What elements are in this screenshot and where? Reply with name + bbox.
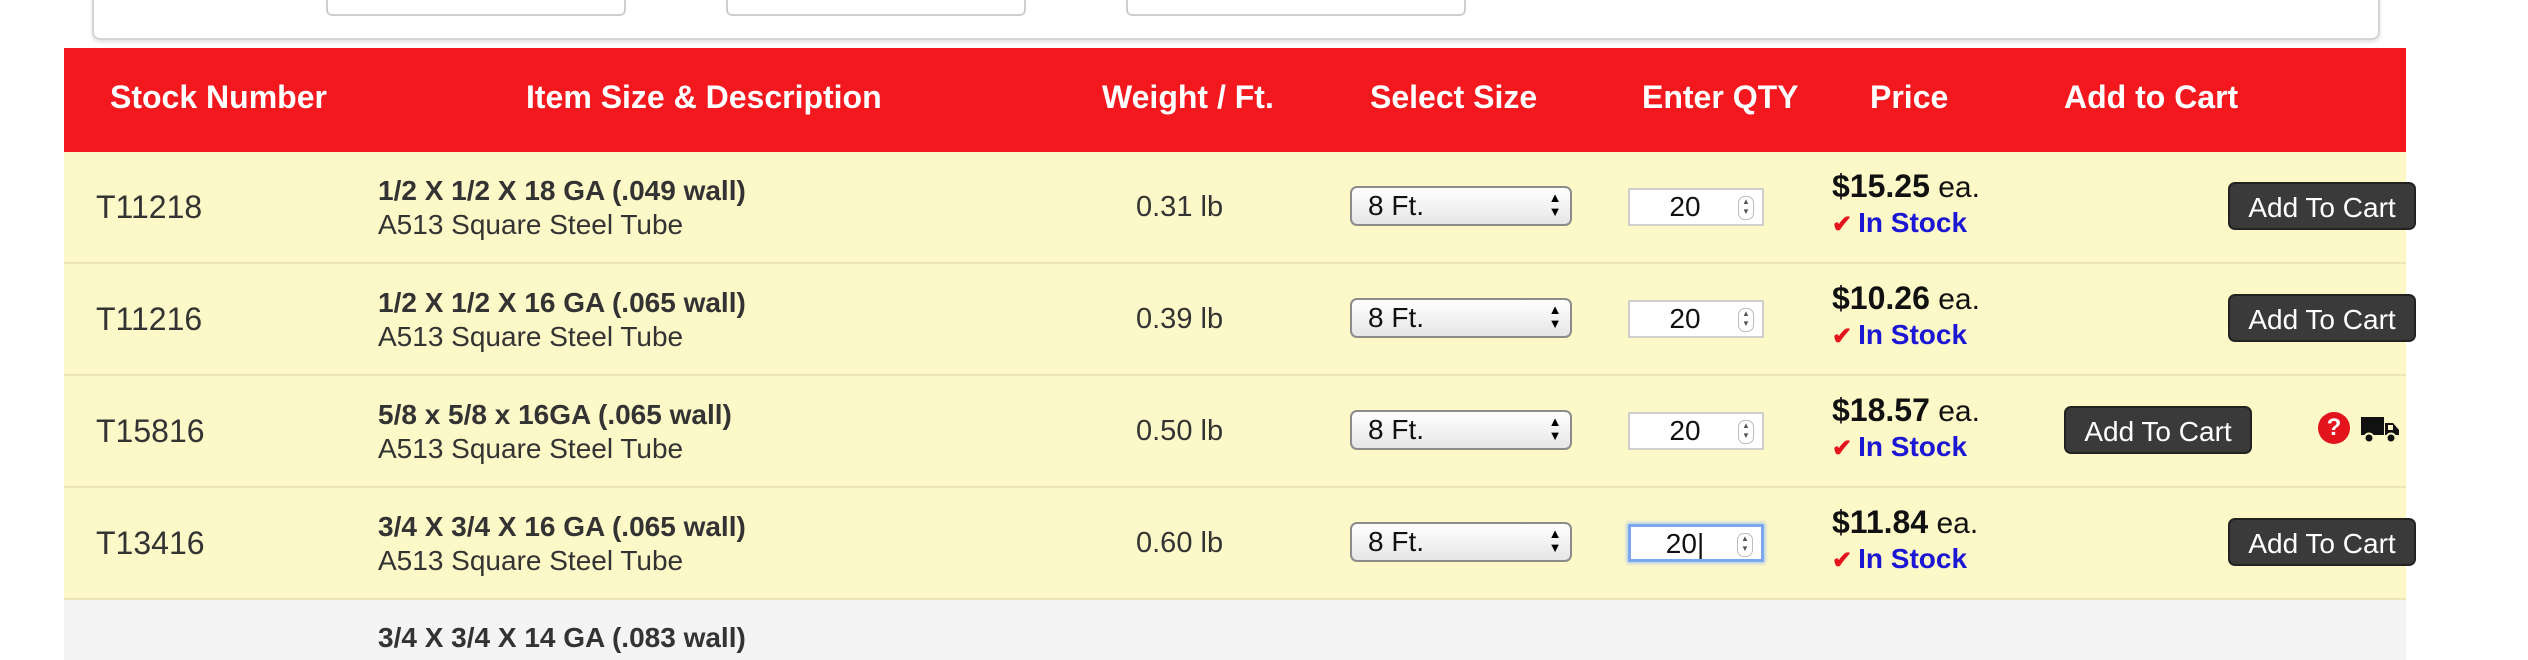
header-price: Price (1870, 79, 1949, 115)
stock-status: ✔ In Stock (1832, 542, 1978, 578)
quantity-input[interactable]: 20| ▲ ▼ (1628, 524, 1764, 562)
stock-status-label: In Stock (1858, 543, 1968, 574)
size-select[interactable]: 8 Ft. ▲ ▼ (1350, 298, 1572, 338)
item-weight: 0.31 lb (1136, 191, 1224, 223)
table-header: Stock Number Item Size & Description Wei… (64, 48, 2406, 152)
quantity-input[interactable]: 20 ▲ ▼ (1628, 412, 1764, 450)
table-row: 3/4 X 3/4 X 14 GA (.083 wall) (64, 600, 2406, 660)
quantity-value: 20 (1669, 303, 1701, 334)
header-enter-qty: Enter QTY (1642, 79, 1799, 115)
item-size: 1/2 X 1/2 X 18 GA (.049 wall) (378, 175, 746, 206)
item-description: 1/2 X 1/2 X 16 GA (.065 wall) A513 Squar… (378, 286, 746, 354)
stock-status-label: In Stock (1858, 431, 1968, 462)
select-arrows-icon: ▲ ▼ (1548, 190, 1562, 219)
size-select-value: 8 Ft. (1368, 302, 1425, 333)
stock-number: T15816 (96, 413, 205, 449)
size-select-value: 8 Ft. (1368, 526, 1425, 557)
item-name: A513 Square Steel Tube (378, 321, 684, 352)
stock-number: T13416 (96, 525, 205, 561)
item-size: 5/8 x 5/8 x 16GA (.065 wall) (378, 399, 732, 430)
price-block: $15.25 ea. ✔ In Stock (1832, 168, 1980, 242)
table-row: T11218 1/2 X 1/2 X 18 GA (.049 wall) A51… (64, 152, 2416, 264)
stepper-icon[interactable]: ▲ ▼ (1738, 420, 1754, 444)
price-amount: $18.57 (1832, 392, 1930, 428)
stock-number: T11218 (96, 189, 203, 225)
item-weight: 0.39 lb (1136, 303, 1224, 335)
price-block: $11.84 ea. ✔ In Stock (1832, 504, 1978, 578)
stock-number: T11216 (96, 301, 203, 337)
table-row: T13416 3/4 X 3/4 X 16 GA (.065 wall) A51… (64, 488, 2416, 600)
select-arrows-icon: ▲ ▼ (1548, 414, 1562, 443)
size-select[interactable]: 8 Ft. ▲ ▼ (1350, 410, 1572, 450)
select-arrows-icon: ▲ ▼ (1548, 302, 1562, 331)
header-add-to-cart: Add to Cart (2064, 79, 2239, 115)
filter-panel (92, 0, 2380, 40)
stepper-icon[interactable]: ▲ ▼ (1738, 308, 1754, 332)
stock-status-label: In Stock (1858, 207, 1968, 238)
stock-status-label: In Stock (1858, 319, 1968, 350)
stock-status: ✔ In Stock (1832, 318, 1980, 354)
filter-select-1[interactable] (326, 0, 626, 16)
stock-status: ✔ In Stock (1832, 430, 1980, 466)
quantity-value: 20 (1665, 528, 1697, 559)
stepper-icon[interactable]: ▲ ▼ (1737, 533, 1753, 557)
size-select[interactable]: 8 Ft. ▲ ▼ (1350, 186, 1572, 226)
quantity-value: 20 (1669, 415, 1701, 446)
add-to-cart-button[interactable]: Add To Cart (2228, 294, 2416, 342)
check-icon: ✔ (1832, 211, 1853, 238)
product-table: Stock Number Item Size & Description Wei… (64, 48, 2416, 660)
size-select-value: 8 Ft. (1368, 190, 1425, 221)
price-unit: ea. (1936, 507, 1979, 540)
header-item-description: Item Size & Description (526, 79, 882, 115)
check-icon: ✔ (1832, 323, 1853, 350)
header-weight: Weight / Ft. (1102, 79, 1274, 115)
check-icon: ✔ (1832, 547, 1853, 574)
item-size: 3/4 X 3/4 X 16 GA (.065 wall) (378, 511, 746, 542)
price-amount: $15.25 (1832, 168, 1930, 204)
price-block: $10.26 ea. ✔ In Stock (1832, 280, 1980, 354)
truck-icon[interactable] (2360, 414, 2400, 444)
price-block: $18.57 ea. ✔ In Stock (1832, 392, 1980, 466)
quantity-value: 20 (1669, 191, 1701, 222)
question-circle-icon[interactable]: ? (2318, 412, 2350, 444)
price-unit: ea. (1938, 395, 1980, 428)
add-to-cart-button[interactable]: Add To Cart (2064, 406, 2252, 454)
add-to-cart-button[interactable]: Add To Cart (2228, 518, 2416, 566)
filter-select-2[interactable] (726, 0, 1026, 16)
item-name: A513 Square Steel Tube (378, 433, 684, 464)
price-unit: ea. (1938, 283, 1980, 316)
item-description: 1/2 X 1/2 X 18 GA (.049 wall) A513 Squar… (378, 174, 746, 242)
header-stock-number: Stock Number (110, 79, 327, 115)
add-to-cart-button[interactable]: Add To Cart (2228, 182, 2416, 230)
price-unit: ea. (1938, 171, 1980, 204)
quantity-input[interactable]: 20 ▲ ▼ (1628, 300, 1764, 338)
price-amount: $11.84 (1832, 504, 1929, 540)
select-arrows-icon: ▲ ▼ (1548, 526, 1562, 555)
filter-select-3[interactable] (1126, 0, 1466, 16)
size-select[interactable]: 8 Ft. ▲ ▼ (1350, 522, 1572, 562)
table-row: T15816 5/8 x 5/8 x 16GA (.065 wall) A513… (64, 376, 2406, 488)
table-row: T11216 1/2 X 1/2 X 16 GA (.065 wall) A51… (64, 264, 2416, 376)
price-amount: $10.26 (1832, 280, 1930, 316)
quantity-input[interactable]: 20 ▲ ▼ (1628, 188, 1764, 226)
stock-status: ✔ In Stock (1832, 206, 1980, 242)
item-weight: 0.60 lb (1136, 527, 1224, 559)
item-description: 3/4 X 3/4 X 16 GA (.065 wall) A513 Squar… (378, 510, 746, 578)
item-weight: 0.50 lb (1136, 415, 1224, 447)
item-name: A513 Square Steel Tube (378, 545, 684, 576)
item-size: 1/2 X 1/2 X 16 GA (.065 wall) (378, 287, 746, 318)
item-name: A513 Square Steel Tube (378, 209, 684, 240)
item-description: 5/8 x 5/8 x 16GA (.065 wall) A513 Square… (378, 398, 732, 466)
header-select-size: Select Size (1370, 79, 1538, 115)
stepper-icon[interactable]: ▲ ▼ (1738, 196, 1754, 220)
size-select-value: 8 Ft. (1368, 414, 1425, 445)
check-icon: ✔ (1832, 435, 1853, 462)
item-size: 3/4 X 3/4 X 14 GA (.083 wall) (378, 622, 746, 653)
